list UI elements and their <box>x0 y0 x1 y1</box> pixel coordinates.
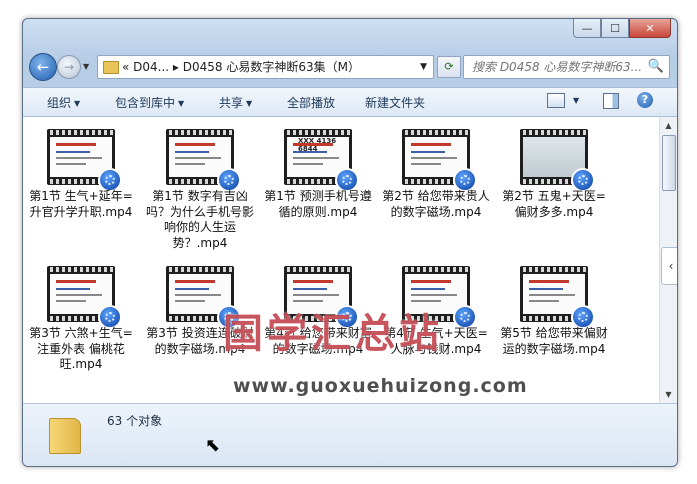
view-options-dropdown[interactable]: ▼ <box>573 96 579 105</box>
film-strip-perforation <box>166 267 234 272</box>
breadcrumb[interactable]: « D04... ▸ D0458 心易数字神断63集（M） <box>122 56 360 78</box>
video-thumbnail: XXX 4136 6844 <box>284 129 359 192</box>
scroll-down-arrow-icon[interactable]: ▼ <box>660 386 677 403</box>
file-name: 第2节 五鬼+天医=偏财多多.mp4 <box>502 189 606 219</box>
chevron-down-icon: ▼ <box>178 99 185 108</box>
recent-pages-dropdown[interactable]: ▼ <box>83 62 89 71</box>
chevron-down-icon: ▼ <box>246 99 253 108</box>
play-all-button[interactable]: 全部播放 <box>287 94 335 111</box>
video-thumbnail <box>166 129 241 192</box>
share-menu[interactable]: 共享 ▼ <box>219 94 252 111</box>
film-strip-perforation <box>520 267 588 272</box>
maximize-button[interactable]: ☐ <box>601 19 629 38</box>
share-label: 共享 <box>219 96 244 110</box>
address-bar[interactable]: « D04... ▸ D0458 心易数字神断63集（M） ▼ <box>97 55 434 79</box>
scrollbar-thumb[interactable] <box>662 135 676 191</box>
organize-label: 组织 <box>47 96 72 110</box>
film-strip-perforation <box>166 130 234 135</box>
explorer-window: — ☐ ✕ ← → ▼ « D04... ▸ D0458 心易数字神断63集（M… <box>22 18 678 467</box>
address-dropdown-icon[interactable]: ▼ <box>420 56 427 78</box>
file-list[interactable]: 第1节 生气+延年=升官升学升职.mp4 第1节 数字有吉凶吗？为什么手机号影响你… <box>23 117 677 403</box>
include-in-library-label: 包含到库中 <box>115 96 176 110</box>
file-name: 第2节 给您带来贵人的数字磁场.mp4 <box>382 189 490 219</box>
search-box[interactable]: 🔍 <box>463 55 670 79</box>
help-button[interactable]: ? <box>637 92 653 108</box>
search-input[interactable] <box>470 56 654 78</box>
file-name: 第5节 给您带来偏财运的数字磁场.mp4 <box>500 326 608 356</box>
search-icon[interactable]: 🔍 <box>648 59 664 74</box>
watermark-url: www.guoxuehuizong.com <box>233 375 528 397</box>
new-folder-button[interactable]: 新建文件夹 <box>365 94 425 111</box>
change-view-icon[interactable] <box>547 93 565 108</box>
include-in-library-menu[interactable]: 包含到库中 ▼ <box>115 94 184 111</box>
details-pane: 63 个对象 ⬉ <box>23 403 677 466</box>
video-thumbnail <box>47 266 122 329</box>
object-count: 63 个对象 <box>107 414 163 428</box>
collapse-pane-button[interactable]: ‹ <box>661 247 677 285</box>
watermark-title: 国学汇总站 <box>223 311 443 357</box>
minimize-button[interactable]: — <box>573 19 601 38</box>
film-strip-perforation <box>284 130 352 135</box>
file-name: 第1节 生气+延年=升官升学升职.mp4 <box>29 189 133 219</box>
preview-pane-button[interactable] <box>603 93 619 109</box>
back-button[interactable]: ← <box>29 53 57 81</box>
film-strip-perforation <box>402 267 470 272</box>
chevron-down-icon: ▼ <box>74 99 81 108</box>
film-strip-perforation <box>47 267 115 272</box>
forward-button[interactable]: → <box>57 55 81 79</box>
caption-buttons: — ☐ ✕ <box>573 19 671 38</box>
film-strip-perforation <box>402 130 470 135</box>
folder-icon <box>103 61 119 74</box>
organize-menu[interactable]: 组织 ▼ <box>47 94 80 111</box>
video-thumbnail <box>47 129 122 192</box>
close-button[interactable]: ✕ <box>629 19 671 38</box>
video-thumbnail <box>520 129 595 192</box>
file-name: 第3节 六煞+生气=注重外表 偏桃花旺.mp4 <box>29 326 133 371</box>
film-strip-perforation <box>284 267 352 272</box>
navigation-bar: ← → ▼ « D04... ▸ D0458 心易数字神断63集（M） ▼ ⟳ … <box>23 51 677 81</box>
folder-icon <box>49 418 81 454</box>
video-thumbnail <box>520 266 595 329</box>
file-name: 第1节 数字有吉凶吗？为什么手机号影响你的人生运势？.mp4 <box>146 189 255 250</box>
refresh-button[interactable]: ⟳ <box>437 56 461 78</box>
file-name: 第1节 预测手机号遵循的原则.mp4 <box>264 189 372 219</box>
thumbnail-text: XXX 4136 6844 <box>298 137 337 153</box>
film-strip-perforation <box>47 130 115 135</box>
command-bar: 组织 ▼ 包含到库中 ▼ 共享 ▼ 全部播放 新建文件夹 ▼ ? <box>23 87 677 117</box>
film-strip-perforation <box>520 130 588 135</box>
video-thumbnail <box>402 129 477 192</box>
mouse-cursor-icon: ⬉ <box>205 435 221 456</box>
scroll-up-arrow-icon[interactable]: ▲ <box>660 117 677 134</box>
